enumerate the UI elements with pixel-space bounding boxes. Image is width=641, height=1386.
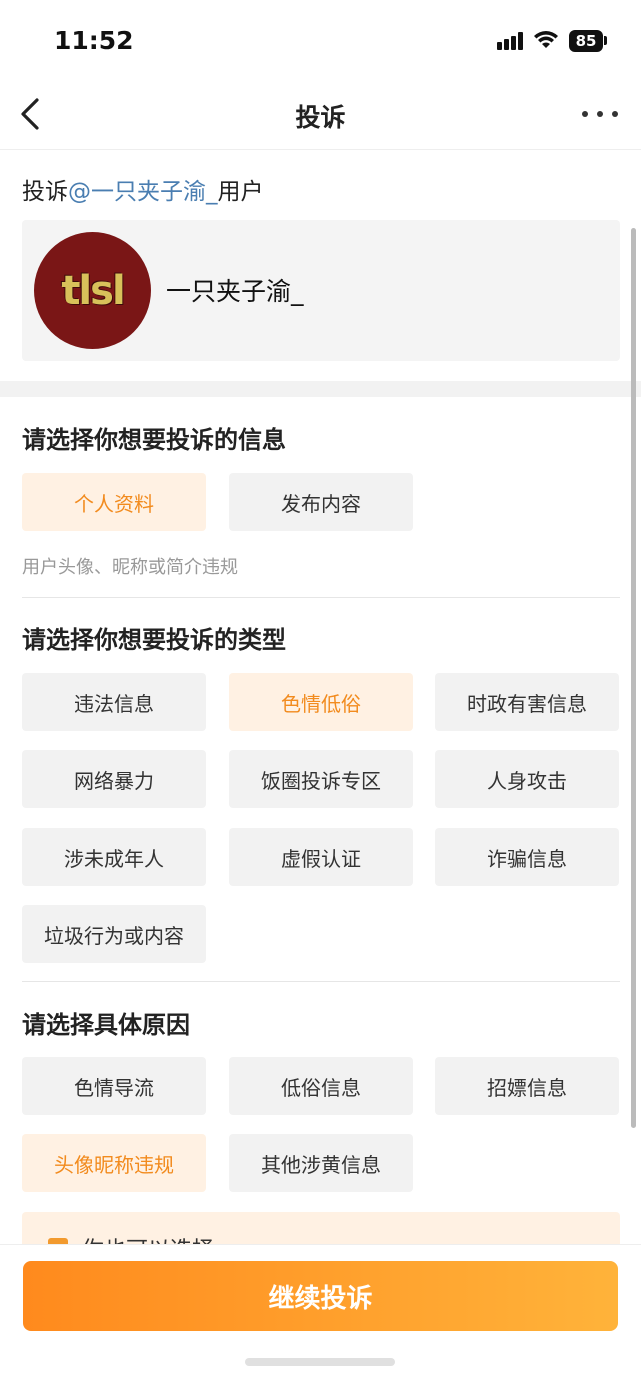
type-option-chip[interactable]: 涉未成年人 xyxy=(22,828,206,886)
type-option-chip[interactable]: 网络暴力 xyxy=(22,750,206,808)
reason-section-title: 请选择具体原因 xyxy=(22,1011,190,1039)
scrollbar[interactable] xyxy=(631,228,636,1128)
battery-icon: 85 xyxy=(569,30,603,52)
info-hint: 用户头像、昵称或简介违规 xyxy=(22,557,238,578)
type-section-title: 请选择你想要投诉的类型 xyxy=(22,626,286,654)
reason-option-chip[interactable]: 低俗信息 xyxy=(229,1057,413,1115)
more-button[interactable] xyxy=(576,100,624,128)
user-card[interactable]: tlsl 一只夹子渝_ xyxy=(22,220,620,361)
info-section-title: 请选择你想要投诉的信息 xyxy=(22,426,286,454)
info-option-chip[interactable]: 发布内容 xyxy=(229,473,413,531)
nav-bar: 投诉 xyxy=(0,80,641,150)
type-option-chip[interactable]: 违法信息 xyxy=(22,673,206,731)
reason-option-chip[interactable]: 招嫖信息 xyxy=(435,1057,619,1115)
divider xyxy=(22,981,620,982)
type-option-chip[interactable]: 虚假认证 xyxy=(229,828,413,886)
bottom-bar: 继续投诉 xyxy=(0,1244,641,1386)
status-time: 11:52 xyxy=(54,26,134,55)
reason-option-chip[interactable]: 其他涉黄信息 xyxy=(229,1134,413,1192)
home-indicator xyxy=(245,1358,395,1366)
info-option-chip[interactable]: 个人资料 xyxy=(22,473,206,531)
type-option-chip[interactable]: 诈骗信息 xyxy=(435,828,619,886)
signal-icon xyxy=(497,32,525,50)
type-option-chip[interactable]: 时政有害信息 xyxy=(435,673,619,731)
more-dot xyxy=(597,111,603,117)
type-option-chip[interactable]: 饭圈投诉专区 xyxy=(229,750,413,808)
reason-option-chip[interactable]: 色情导流 xyxy=(22,1057,206,1115)
type-option-chip[interactable]: 色情低俗 xyxy=(229,673,413,731)
reason-option-chip[interactable]: 头像昵称违规 xyxy=(22,1134,206,1192)
status-bar: 11:52 85 xyxy=(0,0,641,80)
wifi-icon xyxy=(534,31,558,48)
divider xyxy=(22,597,620,598)
avatar-logo-text: tlsl xyxy=(61,267,125,314)
type-option-chip[interactable]: 人身攻击 xyxy=(435,750,619,808)
section-separator xyxy=(0,381,641,397)
report-target-line: 投诉@一只夹子渝_用户 xyxy=(22,172,264,206)
more-dots-icon xyxy=(582,111,588,117)
more-dot xyxy=(612,111,618,117)
type-option-chip[interactable]: 垃圾行为或内容 xyxy=(22,905,206,963)
target-mention[interactable]: @一只夹子渝_ xyxy=(68,179,218,205)
avatar: tlsl xyxy=(34,232,151,349)
target-suffix: 用户 xyxy=(217,179,264,205)
page-title: 投诉 xyxy=(295,103,346,132)
user-name: 一只夹子渝_ xyxy=(166,277,304,306)
battery-tip xyxy=(604,36,607,45)
target-prefix: 投诉 xyxy=(22,179,68,205)
continue-report-button[interactable]: 继续投诉 xyxy=(23,1261,618,1331)
